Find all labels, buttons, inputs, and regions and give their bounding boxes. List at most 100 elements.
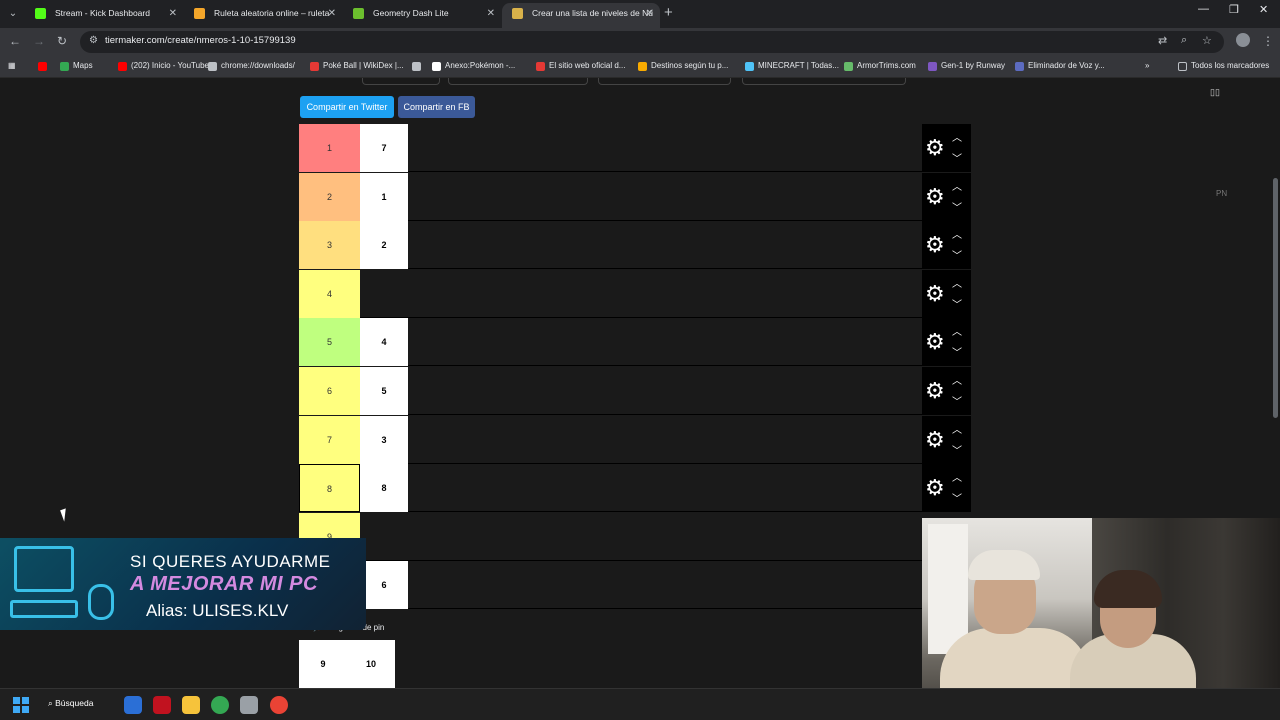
apps-grid-icon[interactable]: ▦ — [8, 61, 16, 70]
chevron-up-icon[interactable]: ︿ — [952, 275, 962, 290]
gear-icon[interactable]: ⚙ — [925, 377, 945, 405]
cutoff-control[interactable] — [598, 78, 731, 85]
tab[interactable]: Ruleta aleatoria online – ruleta ✕ — [184, 3, 342, 28]
tab-close-icon[interactable]: ✕ — [487, 3, 495, 24]
forward-icon[interactable]: → — [33, 34, 45, 48]
gear-icon[interactable]: ⚙ — [925, 328, 945, 356]
tier-item[interactable]: 8 — [360, 464, 408, 513]
chevron-down-icon[interactable]: ﹀ — [952, 296, 962, 311]
tier-items-dropzone[interactable] — [360, 270, 922, 318]
bookmark-item[interactable]: El sitio web oficial d... — [536, 61, 625, 71]
chevron-down-icon[interactable]: ﹀ — [952, 490, 962, 505]
new-tab-button[interactable]: + — [664, 4, 673, 21]
tier-item[interactable]: 5 — [360, 367, 408, 415]
bookmark-item[interactable]: Anexo:Pokémon -... — [432, 61, 515, 71]
pool-item[interactable]: 9 — [299, 640, 347, 688]
gear-icon[interactable]: ⚙ — [925, 183, 945, 211]
close-window-button[interactable]: ✕ — [1259, 3, 1268, 16]
tier-items-dropzone[interactable]: 3 — [360, 415, 922, 464]
gear-icon[interactable]: ⚙ — [925, 280, 945, 308]
taskbar-chrome-active-icon[interactable] — [270, 696, 288, 714]
gear-icon[interactable]: ⚙ — [925, 474, 945, 502]
taskbar-app-red-icon[interactable] — [153, 696, 171, 714]
taskbar-app-gray-icon[interactable] — [240, 696, 258, 714]
chevron-down-icon[interactable]: ﹀ — [952, 199, 962, 214]
tier-items-dropzone[interactable]: 4 — [360, 318, 922, 367]
chevron-down-icon[interactable]: ﹀ — [952, 247, 962, 262]
cutoff-control[interactable] — [362, 78, 440, 85]
tab-close-icon[interactable]: ✕ — [328, 3, 336, 24]
tab-close-icon[interactable]: ✕ — [169, 3, 177, 24]
chevron-up-icon[interactable]: ︿ — [952, 178, 962, 193]
tier-label[interactable]: 4 — [299, 269, 360, 318]
tier-label[interactable]: 8 — [299, 464, 360, 513]
bookmark-item[interactable]: (202) Inicio - YouTube — [118, 61, 209, 71]
tier-items-dropzone[interactable]: 2 — [360, 221, 922, 270]
taskbar-widgets-icon[interactable] — [124, 696, 142, 714]
tab-search-button[interactable]: ⌄ — [4, 5, 22, 23]
reload-icon[interactable]: ↻ — [57, 34, 67, 48]
scrollbar-thumb[interactable] — [1273, 178, 1278, 418]
bookmark-item[interactable]: Poké Ball | WikiDex |... — [310, 61, 404, 71]
tier-label[interactable]: 1 — [299, 124, 360, 172]
taskbar-chrome-icon[interactable] — [211, 696, 229, 714]
bookmark-item[interactable]: chrome://downloads/ — [208, 61, 295, 71]
address-bar[interactable]: ⚙ tiermaker.com/create/nmeros-1-10-15799… — [80, 31, 1224, 53]
gear-icon[interactable]: ⚙ — [925, 134, 945, 162]
tab[interactable]: Geometry Dash Lite ✕ — [343, 3, 501, 28]
pool-item[interactable]: 10 — [347, 640, 395, 688]
tier-item[interactable]: 4 — [360, 318, 408, 367]
url-text[interactable]: tiermaker.com/create/nmeros-1-10-1579913… — [105, 35, 296, 46]
tier-items-dropzone[interactable] — [360, 513, 922, 561]
tab[interactable]: Stream - Kick Dashboard ✕ — [25, 3, 183, 28]
taskbar-search[interactable]: ⌕ Búsqueda — [48, 698, 93, 709]
tier-item[interactable]: 6 — [360, 561, 408, 610]
bookmark-item[interactable]: Destinos según tu p... — [638, 61, 728, 71]
tier-label[interactable]: 3 — [299, 221, 360, 270]
tier-label[interactable]: 2 — [299, 172, 360, 221]
back-icon[interactable]: ← — [9, 34, 21, 48]
zoom-icon[interactable]: ⌕ — [1181, 34, 1187, 47]
bookmark-item[interactable]: ArmorTrims.com — [844, 61, 916, 71]
cutoff-control[interactable] — [448, 78, 588, 85]
chevron-down-icon[interactable]: ﹀ — [952, 442, 962, 457]
profile-avatar[interactable] — [1236, 33, 1250, 47]
chevron-up-icon[interactable]: ︿ — [952, 372, 962, 387]
tier-item[interactable]: 1 — [360, 172, 408, 221]
reader-icon[interactable]: ▯▯ — [1210, 87, 1220, 98]
tab-close-icon[interactable]: ✕ — [646, 3, 654, 24]
bookmark-item[interactable]: Gen-1 by Runway — [928, 61, 1005, 71]
tab[interactable]: Crear una lista de niveles de Nú ✕ — [502, 3, 660, 28]
chevron-down-icon[interactable]: ﹀ — [952, 150, 962, 165]
chevron-up-icon[interactable]: ︿ — [952, 323, 962, 338]
tier-items-dropzone[interactable]: 6 — [360, 561, 922, 610]
all-bookmarks[interactable]: Todos los marcadores — [1178, 61, 1269, 71]
tier-item[interactable]: 2 — [360, 221, 408, 270]
chevron-up-icon[interactable]: ︿ — [952, 421, 962, 436]
gear-icon[interactable]: ⚙ — [925, 426, 945, 454]
site-info-icon[interactable]: ⚙ — [89, 35, 98, 46]
more-bookmarks-icon[interactable]: » — [1145, 61, 1149, 70]
chevron-down-icon[interactable]: ﹀ — [952, 393, 962, 408]
start-button[interactable] — [13, 697, 29, 713]
tier-label[interactable]: 5 — [299, 318, 360, 367]
tier-item[interactable]: 7 — [360, 124, 408, 172]
tier-items-dropzone[interactable]: 5 — [360, 367, 922, 415]
minimize-button[interactable]: — — [1198, 3, 1209, 15]
cutoff-control[interactable] — [742, 78, 906, 85]
bookmark-item[interactable]: Eliminador de Voz y... — [1015, 61, 1105, 71]
chevron-up-icon[interactable]: ︿ — [952, 129, 962, 144]
bookmark-item[interactable]: MINECRAFT | Todas... — [745, 61, 839, 71]
share-fb-button[interactable]: Compartir en FB — [398, 96, 475, 118]
tier-items-dropzone[interactable]: 1 — [360, 172, 922, 221]
chevron-down-icon[interactable]: ﹀ — [952, 344, 962, 359]
bookmark-item[interactable]: Maps — [60, 61, 93, 71]
tier-label[interactable]: 7 — [299, 415, 360, 464]
gear-icon[interactable]: ⚙ — [925, 231, 945, 259]
taskbar-file-explorer-icon[interactable] — [182, 696, 200, 714]
tier-items-dropzone[interactable]: 8 — [360, 464, 922, 513]
restore-button[interactable]: ❐ — [1229, 3, 1239, 16]
chevron-up-icon[interactable]: ︿ — [952, 469, 962, 484]
tier-item[interactable]: 3 — [360, 415, 408, 464]
tier-items-dropzone[interactable]: 7 — [360, 124, 922, 172]
